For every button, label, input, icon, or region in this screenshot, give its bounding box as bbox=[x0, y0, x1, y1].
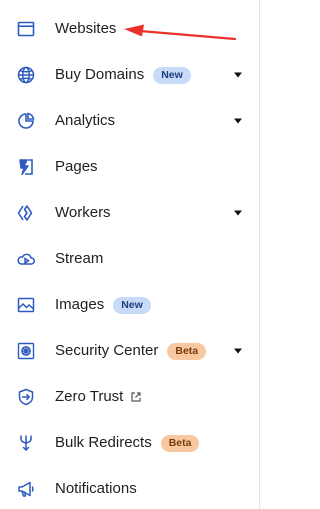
sidebar-item-label: Workers bbox=[55, 204, 111, 221]
sidebar-item-label: Buy Domains bbox=[55, 66, 145, 83]
image-icon bbox=[16, 295, 36, 315]
new-badge: New bbox=[153, 66, 191, 84]
sidebar-item-label: Pages bbox=[55, 158, 98, 175]
shield-arrow-icon bbox=[16, 387, 36, 407]
beta-badge: Beta bbox=[160, 434, 200, 452]
beta-badge: Beta bbox=[167, 342, 207, 360]
sidebar-item-label-wrap: Images New bbox=[55, 296, 151, 314]
megaphone-icon bbox=[16, 479, 36, 499]
chevron-down-icon[interactable] bbox=[234, 118, 242, 124]
browser-window-icon bbox=[16, 19, 36, 39]
pie-chart-icon bbox=[16, 111, 36, 131]
globe-icon bbox=[16, 65, 36, 85]
sidebar-item-label-wrap: Bulk Redirects Beta bbox=[55, 434, 200, 452]
sidebar-item-buy-domains[interactable]: Buy Domains New bbox=[0, 52, 258, 98]
sidebar-item-analytics[interactable]: Analytics bbox=[0, 98, 258, 144]
cloud-play-icon bbox=[16, 249, 36, 269]
sidebar-item-images[interactable]: Images New bbox=[0, 282, 258, 328]
sidebar-item-label-wrap: Security Center Beta bbox=[55, 342, 207, 360]
sidebar-item-pages[interactable]: Pages bbox=[0, 144, 258, 190]
sidebar-item-label: Security Center bbox=[55, 342, 159, 359]
sidebar-item-security-center[interactable]: Security Center Beta bbox=[0, 328, 258, 374]
sidebar-item-notifications[interactable]: Notifications bbox=[0, 466, 258, 509]
lightning-page-icon bbox=[16, 157, 36, 177]
sidebar-item-label: Zero Trust bbox=[55, 388, 124, 405]
sidebar-item-label: Images bbox=[55, 296, 105, 313]
sidebar-item-label: Stream bbox=[55, 250, 104, 267]
sidebar-item-workers[interactable]: Workers bbox=[0, 190, 258, 236]
sidebar-item-label: Analytics bbox=[55, 112, 116, 129]
new-badge: New bbox=[113, 296, 151, 314]
security-center-icon bbox=[16, 341, 36, 361]
sidebar-item-zero-trust[interactable]: Zero Trust bbox=[0, 374, 258, 420]
sidebar-item-label: Notifications bbox=[55, 480, 137, 497]
sidebar-item-stream[interactable]: Stream bbox=[0, 236, 258, 282]
redirect-fork-icon bbox=[16, 433, 36, 453]
chevron-down-icon[interactable] bbox=[234, 210, 242, 216]
external-link-icon bbox=[130, 391, 142, 403]
sidebar-item-label-wrap: Zero Trust bbox=[55, 388, 142, 406]
sidebar-item-bulk-redirects[interactable]: Bulk Redirects Beta bbox=[0, 420, 258, 466]
workers-icon bbox=[16, 203, 36, 223]
sidebar-item-websites[interactable]: Websites bbox=[0, 6, 258, 52]
sidebar-item-label-wrap: Buy Domains New bbox=[55, 66, 191, 84]
chevron-down-icon[interactable] bbox=[234, 72, 242, 78]
sidebar-item-label: Bulk Redirects bbox=[55, 434, 152, 451]
chevron-down-icon[interactable] bbox=[234, 348, 242, 354]
sidebar-nav: Websites Buy Domains New Analytics Pages… bbox=[0, 0, 260, 509]
sidebar-item-label: Websites bbox=[55, 20, 117, 37]
